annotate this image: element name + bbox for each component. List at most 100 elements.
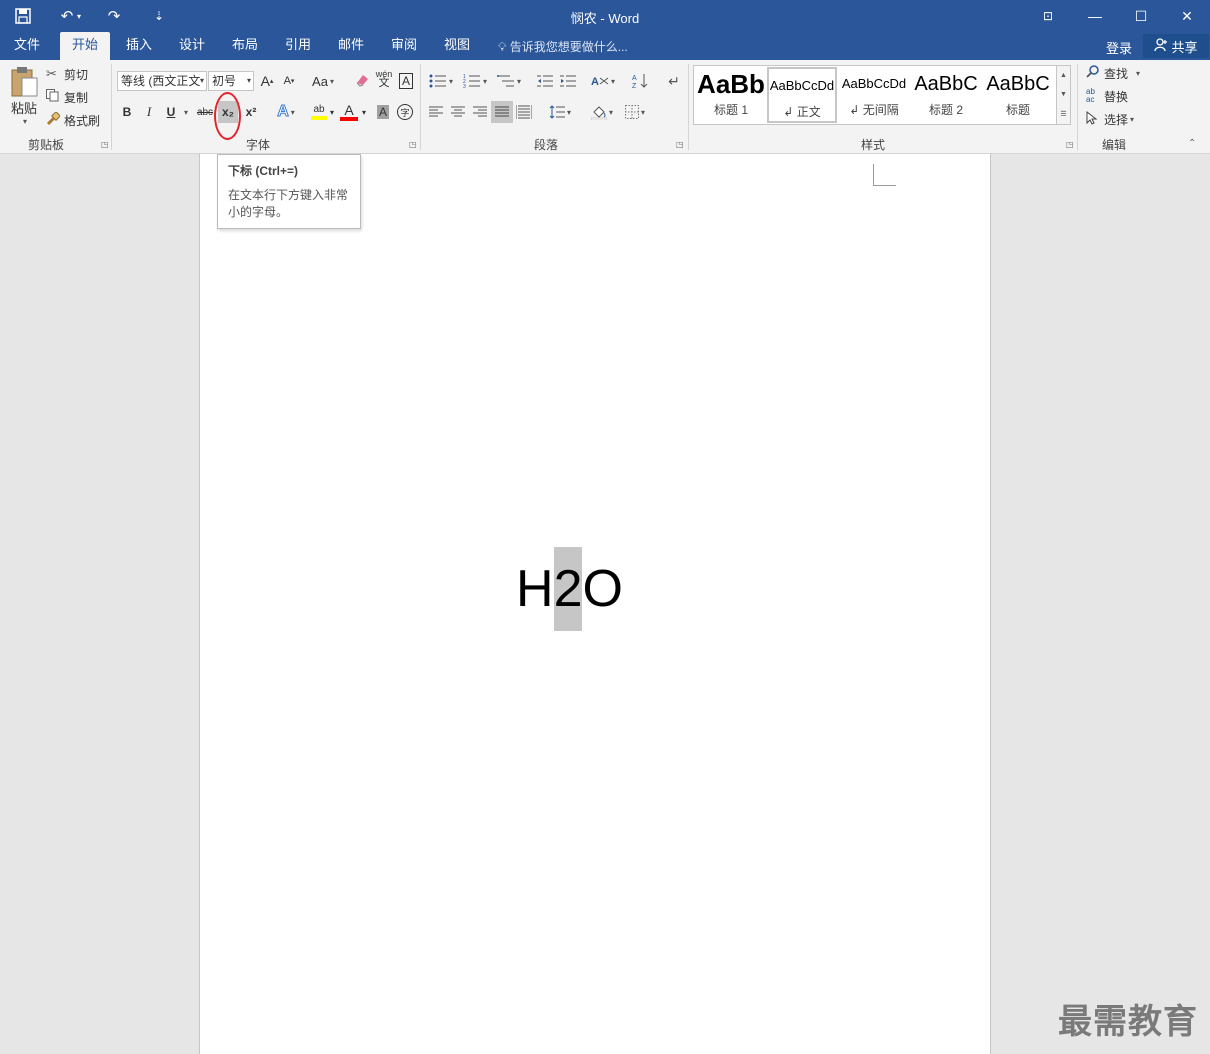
clear-formatting-button[interactable] (352, 70, 372, 92)
bullets-button[interactable]: ▾ (426, 70, 456, 92)
show-formatting-marks-button[interactable]: ↵ (664, 70, 684, 92)
replace-button[interactable]: ab ac 替换 (1086, 85, 1128, 107)
tab-references[interactable]: 引用 (279, 32, 317, 60)
justify-button[interactable] (491, 101, 513, 123)
scroll-down-icon[interactable]: ▼ (1060, 91, 1067, 98)
scissors-icon: ✂ (46, 66, 57, 81)
font-color-dropdown-icon[interactable]: ▾ (360, 101, 368, 123)
svg-text:3: 3 (463, 84, 466, 88)
distributed-icon (516, 105, 532, 119)
gallery-scrollbar[interactable]: ▲ ▼ ☰ (1056, 66, 1070, 124)
editing-group-label: 编辑 (1102, 138, 1127, 152)
numbering-button[interactable]: 1 2 3 ▾ (460, 70, 490, 92)
svg-text:Z: Z (632, 83, 637, 89)
align-right-icon (473, 106, 487, 117)
highlighter-icon: ab (313, 104, 325, 115)
svg-text:A: A (591, 76, 599, 88)
decrease-indent-button[interactable] (535, 70, 555, 92)
format-painter-button[interactable]: 格式刷 (46, 109, 100, 131)
ribbon-tabs: 文件 开始 插入 设计 布局 引用 邮件 审阅 视图 💡︎ 告诉我您想要做什么.… (0, 32, 1210, 60)
chevron-down-icon[interactable]: ▾ (247, 72, 251, 90)
document-text[interactable]: H 2 O (516, 547, 623, 631)
chevron-down-icon[interactable]: ▾ (200, 72, 204, 90)
font-color-button[interactable]: A (338, 101, 360, 123)
tell-me-search[interactable]: 💡︎ 告诉我您想要做什么... (498, 38, 628, 55)
font-name-combo[interactable]: 等线 (西文正文 ▾ (117, 71, 207, 91)
paste-dropdown-icon[interactable]: ▾ (23, 117, 27, 126)
select-button[interactable]: 选择 ▾ (1086, 108, 1134, 130)
paragraph-launcher-icon[interactable]: ◳ (676, 140, 684, 149)
grow-font-button[interactable]: A ▴ (258, 70, 276, 92)
font-size-combo[interactable]: 初号 ▾ (208, 71, 254, 91)
underline-button[interactable]: U (163, 101, 179, 123)
tab-view[interactable]: 视图 (438, 32, 476, 60)
character-border-button[interactable]: A (397, 70, 415, 92)
style-name: 标题 1 (713, 103, 748, 117)
tab-review[interactable]: 审阅 (385, 32, 423, 60)
tab-design[interactable]: 设计 (173, 32, 211, 60)
paint-bucket-icon (590, 106, 607, 120)
shading-button[interactable]: ▾ (587, 101, 617, 123)
highlight-dropdown-icon[interactable]: ▾ (328, 101, 336, 123)
align-left-button[interactable] (426, 101, 446, 123)
paste-label: 粘贴 (10, 101, 37, 116)
tab-file[interactable]: 文件 (8, 32, 46, 60)
tab-insert[interactable]: 插入 (120, 32, 158, 60)
style-heading-2[interactable]: AaBbC 标题 2 (911, 67, 981, 123)
login-link[interactable]: 登录 (1106, 38, 1132, 57)
style-heading-1[interactable]: AaBb 标题 1 (696, 67, 766, 123)
italic-button[interactable]: I (141, 101, 157, 123)
tab-home[interactable]: 开始 (60, 32, 110, 60)
phonetic-guide-button[interactable]: wén 文 (374, 68, 394, 90)
multilevel-list-button[interactable]: ▾ (494, 70, 524, 92)
style-no-spacing[interactable]: AaBbCcDd ↲ 无间隔 (839, 67, 909, 123)
borders-button[interactable]: ▾ (620, 101, 650, 123)
document-page[interactable]: H 2 O (199, 154, 991, 1054)
clipboard-icon (11, 67, 38, 97)
selected-text: 2 (553, 547, 583, 631)
clipboard-launcher-icon[interactable]: ◳ (101, 140, 109, 149)
find-button[interactable]: 查找 ▾ (1086, 62, 1140, 84)
ribbon-display-options-icon[interactable]: ⊡ (1025, 0, 1071, 32)
superscript-button[interactable]: x² (241, 101, 261, 123)
font-launcher-icon[interactable]: ◳ (409, 140, 417, 149)
change-case-icon: Aa (312, 73, 328, 89)
line-spacing-button[interactable]: ▾ (545, 101, 575, 123)
distributed-button[interactable] (514, 101, 534, 123)
minimize-icon[interactable]: — (1072, 0, 1118, 32)
phonetic-char: 文 (378, 77, 390, 89)
style-title[interactable]: AaBbC 标题 (983, 67, 1053, 123)
align-center-button[interactable] (448, 101, 468, 123)
style-preview: AaBbC (986, 73, 1050, 95)
align-left-icon (429, 106, 443, 117)
strikethrough-button[interactable]: abc (195, 101, 215, 123)
copy-button[interactable]: 复制 (46, 86, 88, 108)
cut-button[interactable]: ✂ 剪切 (46, 63, 88, 85)
character-shading-button[interactable]: A (374, 101, 392, 123)
bullet-list-icon (429, 74, 446, 88)
font-group-label: 字体 (246, 138, 271, 152)
paste-button[interactable]: 粘贴 ▾ (6, 64, 42, 128)
increase-indent-button[interactable] (558, 70, 578, 92)
asian-layout-button[interactable]: A ▾ (588, 70, 618, 92)
tab-mailings[interactable]: 邮件 (332, 32, 370, 60)
justify-icon (495, 106, 509, 117)
style-normal[interactable]: AaBbCcDd ↲ 正文 (767, 67, 837, 123)
align-right-button[interactable] (470, 101, 490, 123)
collapse-ribbon-icon[interactable]: ⌃ (1188, 138, 1196, 149)
change-case-button[interactable]: Aa ▾ (309, 70, 337, 92)
close-icon[interactable]: ✕ (1164, 0, 1210, 32)
maximize-icon[interactable]: ☐ (1118, 0, 1164, 32)
styles-launcher-icon[interactable]: ◳ (1066, 140, 1074, 149)
sort-button[interactable]: AZ (630, 70, 650, 92)
shrink-font-button[interactable]: A ▾ (280, 70, 298, 92)
gallery-more-icon[interactable]: ☰ (1060, 110, 1066, 118)
bold-button[interactable]: B (119, 101, 135, 123)
tab-layout[interactable]: 布局 (226, 32, 264, 60)
share-button[interactable]: 共享 (1143, 34, 1209, 58)
enclose-characters-button[interactable]: 字 (395, 101, 415, 123)
underline-dropdown-icon[interactable]: ▾ (181, 101, 191, 123)
text-effects-button[interactable]: A ▾ (271, 101, 301, 123)
align-center-icon (451, 106, 465, 117)
scroll-up-icon[interactable]: ▲ (1060, 72, 1067, 79)
